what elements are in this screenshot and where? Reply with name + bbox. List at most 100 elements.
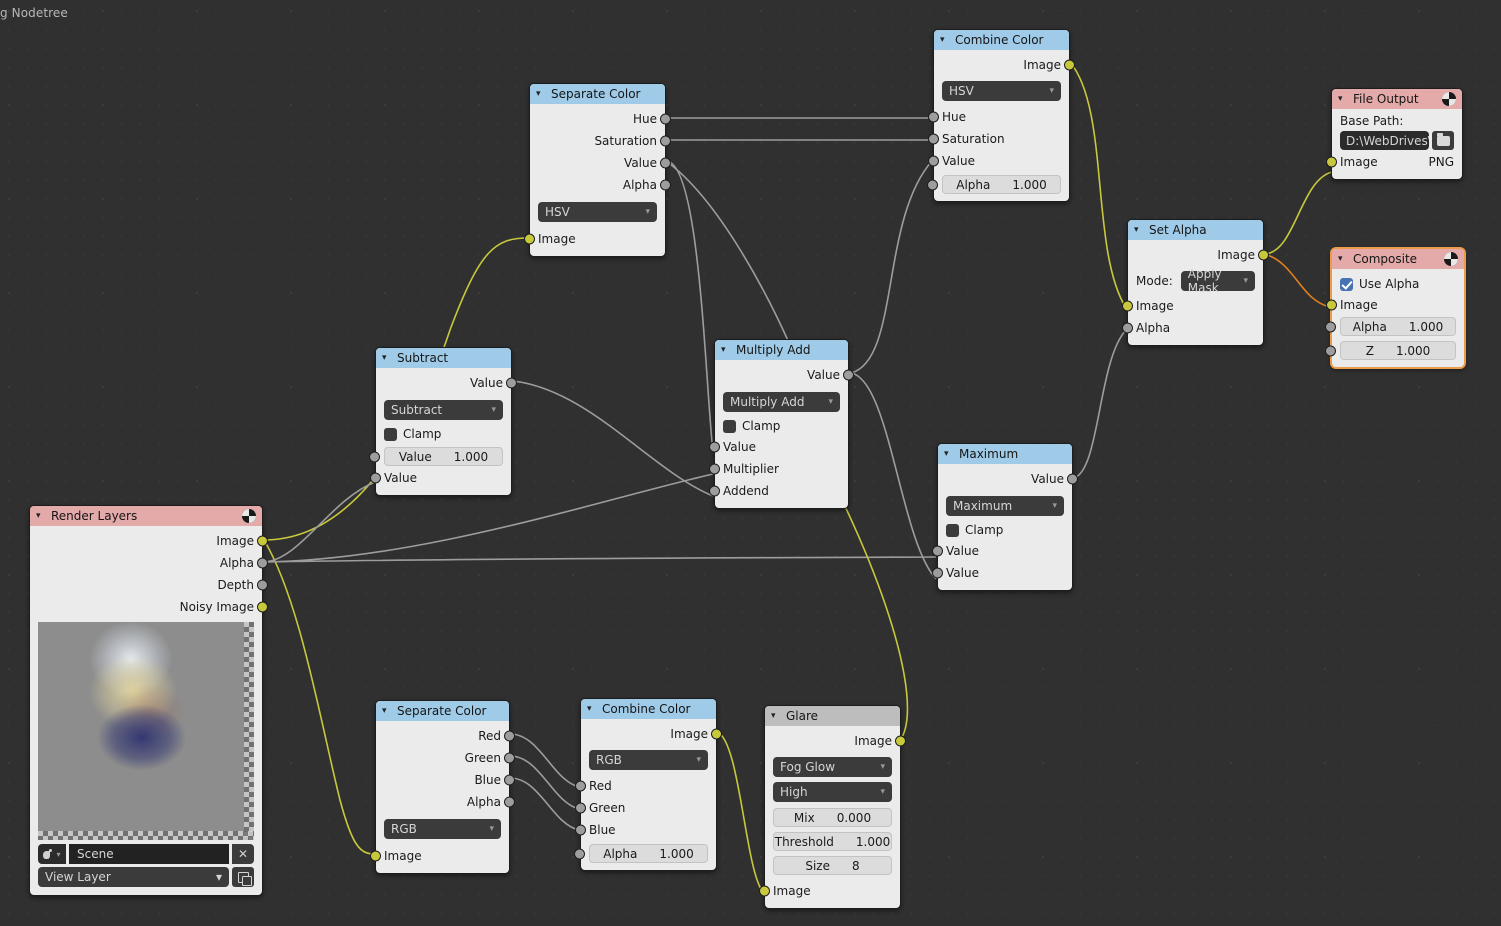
socket-image-input[interactable] xyxy=(1326,299,1337,311)
node-header[interactable]: ▾ Multiply Add xyxy=(715,340,848,360)
node-separate-color-hsv[interactable]: ▾ Separate Color Hue Saturation Value Al… xyxy=(524,83,671,257)
node-header[interactable]: ▾ Separate Color xyxy=(376,701,509,721)
clamp-row[interactable]: Clamp xyxy=(715,416,848,436)
node-header[interactable]: ▾ Combine Color xyxy=(581,699,716,719)
chevron-down-icon[interactable]: ▾ xyxy=(536,84,546,104)
node-preview-toggle-icon[interactable] xyxy=(242,509,256,523)
socket-image-output[interactable] xyxy=(1258,249,1269,261)
clamp-checkbox[interactable] xyxy=(723,419,736,433)
node-maximum[interactable]: ▾ Maximum Value Maximum ▾ Clamp Value Va… xyxy=(932,443,1078,591)
chevron-down-icon[interactable]: ▾ xyxy=(1134,220,1144,240)
socket-alpha-input[interactable] xyxy=(927,179,938,191)
socket-alpha-input[interactable] xyxy=(574,848,585,860)
view-layer-copy-button[interactable] xyxy=(232,867,254,887)
socket-image-output[interactable] xyxy=(711,728,722,740)
chevron-down-icon[interactable]: ▾ xyxy=(1338,89,1348,109)
color-mode-dropdown[interactable]: HSV ▾ xyxy=(538,202,657,222)
chevron-down-icon[interactable]: ▾ xyxy=(382,701,392,721)
node-header[interactable]: ▾ Separate Color xyxy=(530,84,665,104)
node-header[interactable]: ▾ Subtract xyxy=(376,348,511,368)
clamp-row[interactable]: Clamp xyxy=(376,424,511,444)
use-alpha-row[interactable]: Use Alpha xyxy=(1332,274,1464,294)
socket-image-output[interactable] xyxy=(1064,59,1075,71)
operation-dropdown[interactable]: Multiply Add ▾ xyxy=(723,392,840,412)
node-header[interactable]: ▾ Combine Color xyxy=(934,30,1069,50)
node-header[interactable]: ▾ Composite xyxy=(1332,249,1464,269)
alpha-field[interactable]: Alpha 1.000 xyxy=(1340,317,1456,336)
quality-dropdown[interactable]: High ▾ xyxy=(773,782,892,802)
z-field[interactable]: Z 1.000 xyxy=(1340,341,1456,360)
threshold-field[interactable]: Threshold 1.000 xyxy=(773,832,892,851)
mode-dropdown[interactable]: Apply Mask ▾ xyxy=(1180,267,1255,295)
socket-image-input[interactable] xyxy=(759,885,770,897)
socket-green-input[interactable] xyxy=(575,802,586,814)
socket-multiplier-input[interactable] xyxy=(709,463,720,475)
chevron-down-icon[interactable]: ▾ xyxy=(771,706,781,726)
node-glare[interactable]: ▾ Glare Image Fog Glow ▾ High ▾ Mix 0.00… xyxy=(759,705,906,909)
node-multiply-add[interactable]: ▾ Multiply Add Value Multiply Add ▾ Clam… xyxy=(709,339,854,509)
node-header[interactable]: ▾ Maximum xyxy=(938,444,1072,464)
node-render-layers[interactable]: ▾ Render Layers Image Alpha Depth Noisy … xyxy=(29,505,268,896)
operation-dropdown[interactable]: Subtract ▾ xyxy=(384,400,503,420)
scene-name-input[interactable]: Scene xyxy=(69,844,229,864)
node-preview-toggle-icon[interactable] xyxy=(1442,92,1456,106)
socket-image-output[interactable] xyxy=(895,735,906,747)
alpha-field[interactable]: Alpha 1.000 xyxy=(589,844,708,863)
socket-hue-input[interactable] xyxy=(928,111,939,123)
node-subtract[interactable]: ▾ Subtract Value Subtract ▾ Clamp Value … xyxy=(369,347,517,496)
socket-value-output[interactable] xyxy=(506,377,517,389)
view-layer-row[interactable]: View Layer ▾ xyxy=(30,866,262,889)
socket-value-input-1[interactable] xyxy=(932,545,943,557)
clamp-row[interactable]: Clamp xyxy=(938,520,1072,540)
socket-blue-input[interactable] xyxy=(575,824,586,836)
use-alpha-checkbox[interactable] xyxy=(1340,277,1353,291)
node-separate-color-rgb[interactable]: ▾ Separate Color Red Green Blue Alpha RG… xyxy=(370,700,515,874)
socket-image-input[interactable] xyxy=(370,850,381,862)
socket-value-input[interactable] xyxy=(709,441,720,453)
node-header[interactable]: ▾ Render Layers xyxy=(30,506,262,526)
socket-value-input-1[interactable] xyxy=(369,451,380,463)
socket-value-input[interactable] xyxy=(928,155,939,167)
socket-red-output[interactable] xyxy=(504,730,515,742)
folder-browse-button[interactable] xyxy=(1432,131,1454,150)
node-composite[interactable]: ▾ Composite Use Alpha Image Alpha 1.000 xyxy=(1325,248,1465,368)
scene-clear-button[interactable]: ✕ xyxy=(232,844,254,864)
node-combine-color-hsv[interactable]: ▾ Combine Color Image HSV ▾ Hue Saturati… xyxy=(927,29,1075,202)
socket-noisy-image-output[interactable] xyxy=(257,601,268,613)
socket-alpha-output[interactable] xyxy=(257,557,268,569)
color-mode-dropdown[interactable]: HSV ▾ xyxy=(942,81,1061,101)
node-file-output[interactable]: ▾ File Output Base Path: D:\WebDrives\..… xyxy=(1326,88,1463,180)
base-path-input[interactable]: D:\WebDrives\... xyxy=(1340,131,1429,150)
socket-image-input[interactable] xyxy=(1326,156,1337,168)
alpha-field[interactable]: Alpha 1.000 xyxy=(942,175,1061,194)
socket-value-output[interactable] xyxy=(660,157,671,169)
color-mode-dropdown[interactable]: RGB ▾ xyxy=(589,750,708,770)
socket-alpha-input[interactable] xyxy=(1122,322,1133,334)
socket-addend-input[interactable] xyxy=(709,485,720,497)
socket-value-output[interactable] xyxy=(843,369,854,381)
socket-green-output[interactable] xyxy=(504,752,515,764)
socket-alpha-input[interactable] xyxy=(1325,321,1336,333)
chevron-down-icon[interactable]: ▾ xyxy=(721,340,731,360)
view-layer-dropdown[interactable]: View Layer ▾ xyxy=(38,867,229,887)
socket-saturation-input[interactable] xyxy=(928,133,939,145)
node-combine-color-rgb[interactable]: ▾ Combine Color Image RGB ▾ Red Green Bl… xyxy=(574,698,722,871)
chevron-down-icon[interactable]: ▾ xyxy=(940,30,950,50)
glare-type-dropdown[interactable]: Fog Glow ▾ xyxy=(773,757,892,777)
socket-value-output[interactable] xyxy=(1067,473,1078,485)
mix-field[interactable]: Mix 0.000 xyxy=(773,808,892,827)
node-preview-toggle-icon[interactable] xyxy=(1444,252,1458,266)
socket-image-input[interactable] xyxy=(1122,300,1133,312)
operation-dropdown[interactable]: Maximum ▾ xyxy=(946,496,1064,516)
chevron-down-icon[interactable]: ▾ xyxy=(36,506,46,526)
node-editor-canvas[interactable]: g Nodetree ▾ Combine Color Image HSV ▾ H… xyxy=(0,0,1501,926)
chevron-down-icon[interactable]: ▾ xyxy=(587,699,597,719)
socket-alpha-output[interactable] xyxy=(504,796,515,808)
socket-hue-output[interactable] xyxy=(660,113,671,125)
socket-depth-output[interactable] xyxy=(257,579,268,591)
socket-alpha-output[interactable] xyxy=(660,179,671,191)
node-set-alpha[interactable]: ▾ Set Alpha Image Mode: Apply Mask ▾ Ima… xyxy=(1122,219,1269,346)
node-header[interactable]: ▾ Set Alpha xyxy=(1128,220,1263,240)
node-header[interactable]: ▾ File Output xyxy=(1332,89,1462,109)
size-field[interactable]: Size 8 xyxy=(773,856,892,875)
